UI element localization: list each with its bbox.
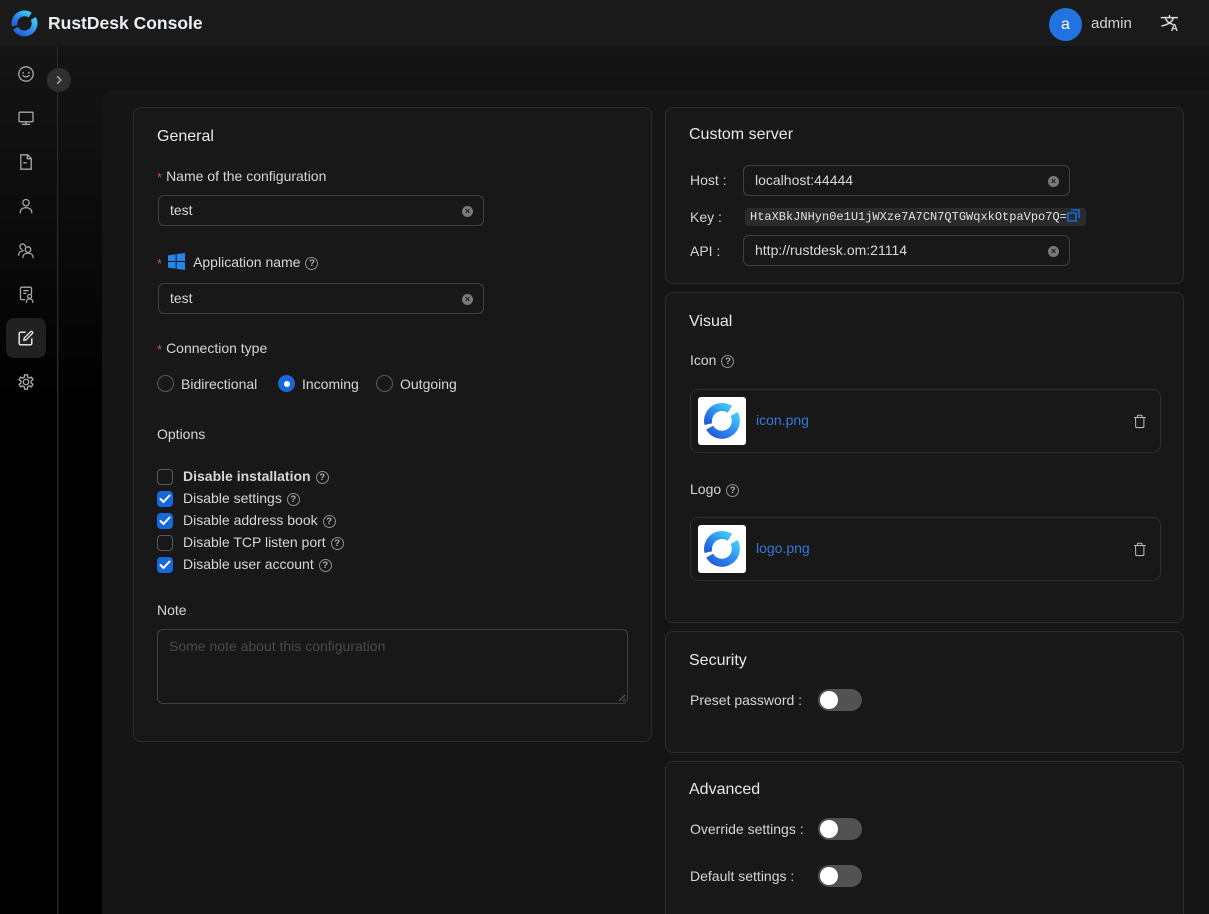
svg-text:A: A xyxy=(1171,23,1178,34)
